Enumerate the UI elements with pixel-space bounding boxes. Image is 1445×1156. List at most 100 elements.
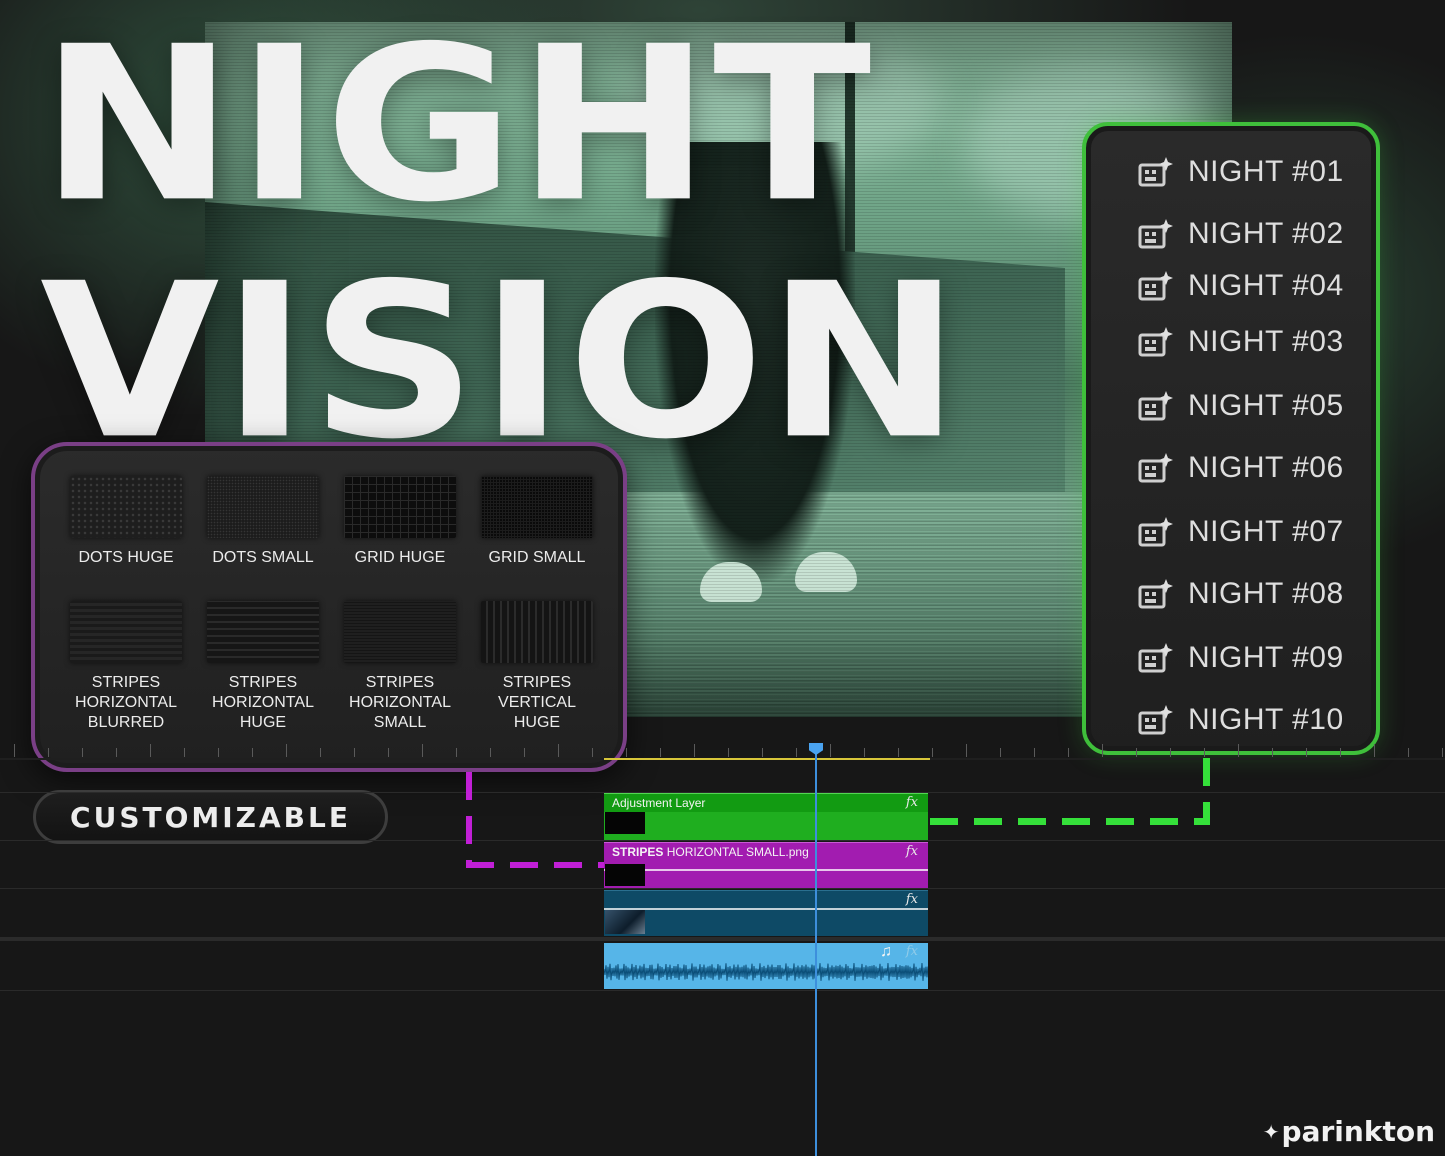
ruler-tick bbox=[150, 744, 151, 757]
preset-label: NIGHT #05 bbox=[1188, 389, 1344, 422]
texture-item[interactable]: GRID HUGE bbox=[335, 476, 465, 568]
texture-item[interactable]: STRIPES VERTICAL HUGE bbox=[472, 601, 602, 733]
texture-item[interactable]: DOTS HUGE bbox=[61, 476, 191, 568]
fx-badge[interactable]: fx bbox=[906, 795, 918, 810]
ruler-tick bbox=[116, 748, 117, 757]
ruler-tick bbox=[864, 748, 865, 757]
ruler-tick bbox=[898, 748, 899, 757]
texture-thumbnail bbox=[344, 476, 456, 538]
texture-panel: DOTS HUGE DOTS SMALL GRID HUGE GRID SMALL ST… bbox=[31, 442, 627, 772]
ruler-tick bbox=[592, 748, 593, 757]
ruler-tick bbox=[1170, 748, 1171, 757]
preset-label: NIGHT #08 bbox=[1188, 577, 1344, 610]
preset-item[interactable]: NIGHT #05 bbox=[1138, 384, 1344, 428]
ruler-tick bbox=[388, 748, 389, 757]
preset-item[interactable]: NIGHT #02 bbox=[1138, 212, 1344, 256]
ruler-tick bbox=[320, 748, 321, 757]
preset-label: NIGHT #04 bbox=[1188, 269, 1344, 302]
ruler-tick bbox=[1340, 748, 1341, 757]
clip-thumbnail bbox=[605, 864, 645, 886]
fx-badge[interactable]: fx bbox=[906, 844, 918, 859]
texture-thumbnail bbox=[70, 601, 182, 663]
ruler-tick bbox=[354, 748, 355, 757]
texture-label: STRIPES HORIZONTAL BLURRED bbox=[75, 674, 177, 731]
texture-item[interactable]: DOTS SMALL bbox=[198, 476, 328, 568]
texture-connector bbox=[466, 862, 604, 868]
video-clip[interactable]: fx bbox=[604, 890, 928, 936]
preset-effect-icon bbox=[1138, 703, 1174, 737]
preset-effect-icon bbox=[1138, 451, 1174, 485]
preset-label: NIGHT #10 bbox=[1188, 703, 1344, 736]
video-audio-divider bbox=[0, 937, 1445, 941]
customizable-badge: CUSTOMIZABLE bbox=[33, 790, 388, 844]
preset-effect-icon bbox=[1138, 325, 1174, 359]
ruler-tick bbox=[490, 748, 491, 757]
texture-item[interactable]: GRID SMALL bbox=[472, 476, 602, 568]
preset-effect-icon bbox=[1138, 515, 1174, 549]
title-night: NIGHT bbox=[40, 0, 874, 249]
fx-badge[interactable]: fx bbox=[906, 892, 918, 907]
ruler-tick bbox=[660, 748, 661, 757]
ruler-tick bbox=[1306, 748, 1307, 757]
brand-logo: ✦parinkton bbox=[1263, 1115, 1435, 1148]
texture-label: DOTS HUGE bbox=[78, 549, 174, 566]
work-area-bar[interactable] bbox=[604, 758, 930, 760]
texture-thumbnail bbox=[70, 476, 182, 538]
clip-thumbnail bbox=[605, 910, 645, 934]
ruler-tick bbox=[218, 748, 219, 757]
texture-thumbnail bbox=[344, 601, 456, 663]
ruler-tick bbox=[728, 748, 729, 757]
preset-item[interactable]: NIGHT #09 bbox=[1138, 636, 1344, 680]
presets-panel: NIGHT #01 NIGHT #02 NIGHT #04 NIGHT #03 NIGH… bbox=[1082, 122, 1380, 755]
ruler-tick bbox=[932, 748, 933, 757]
track-separator bbox=[0, 888, 1445, 889]
preset-item[interactable]: NIGHT #01 bbox=[1138, 150, 1344, 194]
ruler-tick bbox=[1272, 748, 1273, 757]
texture-thumbnail bbox=[481, 601, 593, 663]
preset-item[interactable]: NIGHT #04 bbox=[1138, 264, 1344, 308]
brand-name: parinkton bbox=[1281, 1115, 1435, 1148]
fx-badge[interactable]: fx bbox=[906, 944, 918, 959]
preset-effect-icon bbox=[1138, 217, 1174, 251]
ruler-tick bbox=[1000, 748, 1001, 757]
clip-name: STRIPES HORIZONTAL SMALL.png bbox=[612, 845, 809, 859]
texture-label: DOTS SMALL bbox=[212, 549, 314, 566]
preset-item[interactable]: NIGHT #06 bbox=[1138, 446, 1344, 490]
title-vision: VISION bbox=[40, 237, 963, 486]
sparkle-icon: ✦ bbox=[1262, 1120, 1280, 1144]
preset-effect-icon bbox=[1138, 641, 1174, 675]
clip-name: Adjustment Layer bbox=[612, 796, 706, 810]
preset-item[interactable]: NIGHT #07 bbox=[1138, 510, 1344, 554]
texture-item[interactable]: STRIPES HORIZONTAL HUGE bbox=[198, 601, 328, 733]
preset-item[interactable]: NIGHT #08 bbox=[1138, 572, 1344, 616]
ruler-tick bbox=[1442, 748, 1443, 757]
preset-label: NIGHT #07 bbox=[1188, 515, 1344, 548]
texture-item[interactable]: STRIPES HORIZONTAL SMALL bbox=[335, 601, 465, 733]
preset-label: NIGHT #01 bbox=[1188, 155, 1344, 188]
texture-item[interactable]: STRIPES HORIZONTAL BLURRED bbox=[61, 601, 191, 733]
texture-label: GRID HUGE bbox=[354, 549, 446, 566]
texture-thumbnail bbox=[207, 476, 319, 538]
ruler-tick bbox=[966, 744, 967, 757]
ruler-tick bbox=[694, 744, 695, 757]
ruler-tick bbox=[184, 748, 185, 757]
audio-clip[interactable]: ♫ fx bbox=[604, 943, 928, 989]
preset-item[interactable]: NIGHT #03 bbox=[1138, 320, 1344, 364]
playhead-line[interactable] bbox=[815, 744, 817, 1156]
ruler-tick bbox=[830, 744, 831, 757]
adjustment-layer-clip[interactable]: Adjustment Layer fx bbox=[604, 793, 928, 840]
clip-thumbnail bbox=[605, 812, 645, 834]
track-separator bbox=[0, 840, 1445, 841]
ruler-tick bbox=[558, 744, 559, 757]
preset-item[interactable]: NIGHT #10 bbox=[1138, 698, 1344, 742]
preset-label: NIGHT #02 bbox=[1188, 217, 1344, 250]
ruler-tick bbox=[1408, 748, 1409, 757]
opacity-line[interactable] bbox=[604, 869, 928, 871]
opacity-line[interactable] bbox=[604, 908, 928, 910]
ruler-tick bbox=[1034, 748, 1035, 757]
ruler-tick bbox=[1102, 744, 1103, 757]
preset-effect-icon bbox=[1138, 155, 1174, 189]
texture-clip[interactable]: STRIPES HORIZONTAL SMALL.png fx bbox=[604, 842, 928, 888]
preset-label: NIGHT #03 bbox=[1188, 325, 1344, 358]
ruler-tick bbox=[456, 748, 457, 757]
